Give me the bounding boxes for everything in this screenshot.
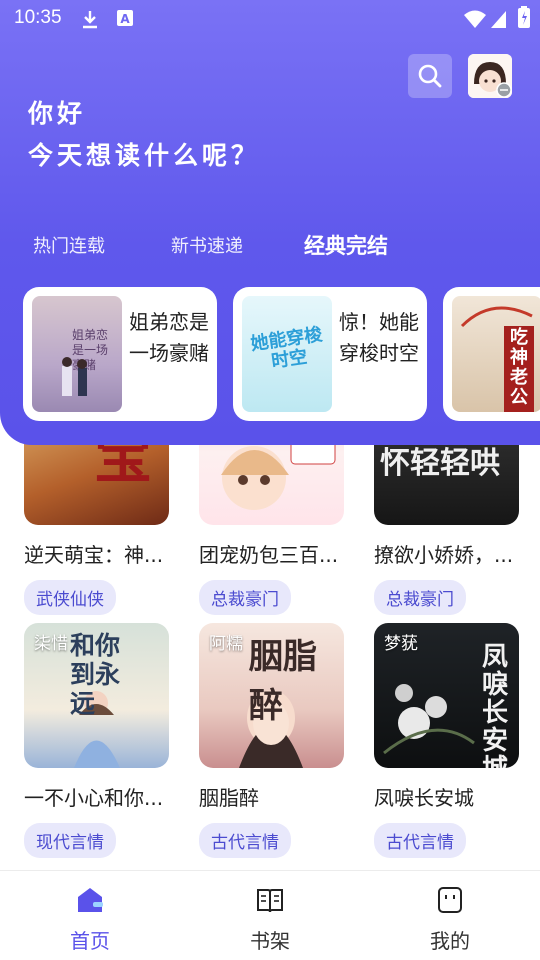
book-icon xyxy=(257,889,283,913)
book-title[interactable]: 逆天萌宝：神... xyxy=(24,539,169,568)
book-card[interactable]: 阿糯 胭脂醉 胭脂醉 古代言情 xyxy=(199,623,344,858)
featured-cover-text: 吃神老公 xyxy=(510,327,528,408)
home-icon xyxy=(78,888,103,912)
book-title[interactable]: 一不小心和你... xyxy=(24,782,169,811)
featured-card[interactable]: 她能穿梭时空 惊！她能穿梭时空 xyxy=(233,287,427,421)
cover-author: 柒惜 xyxy=(34,634,68,654)
book-grid: 宝 逆天萌宝：神... 武侠仙侠 团宠奶包三百... 总裁豪门 怀轻轻哄 撩欲小… xyxy=(0,400,540,870)
genre-tag[interactable]: 总裁豪门 xyxy=(199,580,291,615)
genre-tag[interactable]: 古代言情 xyxy=(374,823,466,858)
category-tabs: 热门连载 新书速递 经典完结 xyxy=(0,230,540,260)
featured-carousel[interactable]: 姐弟恋是一场豪赌 姐弟恋是一场豪赌 她能穿梭时空 惊！她能穿梭时空 xyxy=(23,287,540,421)
featured-cover[interactable]: 姐弟恋是一场豪赌 xyxy=(32,296,122,412)
book-row: 柒惜 和你到永远 一不小心和你... 现代言情 阿糯 胭脂醉 胭脂醉 古代言情 xyxy=(24,623,524,858)
cover-title: 胭脂醉 xyxy=(249,637,317,726)
featured-cover[interactable]: 吃神老公 xyxy=(452,296,540,412)
nav-profile[interactable]: 我的 xyxy=(400,885,500,954)
featured-title[interactable]: 姐弟恋是一场豪赌 xyxy=(129,307,209,369)
featured-card[interactable]: 姐弟恋是一场豪赌 姐弟恋是一场豪赌 xyxy=(23,287,217,421)
nav-bookshelf-label: 书架 xyxy=(250,929,290,953)
nav-profile-label: 我的 xyxy=(430,929,470,953)
avatar-illustration xyxy=(468,54,512,98)
download-icon xyxy=(83,11,97,29)
genre-tag[interactable]: 武侠仙侠 xyxy=(24,580,116,615)
tab-classic-completed[interactable]: 经典完结 xyxy=(304,230,388,260)
bottom-nav: 首页 书架 我的 xyxy=(0,870,540,960)
avatar[interactable] xyxy=(468,54,512,98)
nav-home[interactable]: 首页 xyxy=(40,885,140,954)
search-button[interactable] xyxy=(408,54,452,98)
wifi-icon xyxy=(464,10,486,28)
search-icon xyxy=(418,64,442,88)
featured-card[interactable]: 吃神老公 xyxy=(443,287,540,421)
keyboard-a-icon: A xyxy=(117,10,133,26)
book-cover[interactable]: 阿糯 胭脂醉 xyxy=(199,623,344,768)
book-title[interactable]: 团宠奶包三百... xyxy=(199,539,344,568)
genre-tag[interactable]: 古代言情 xyxy=(199,823,291,858)
book-title[interactable]: 撩欲小娇娇，... xyxy=(374,539,519,568)
book-title[interactable]: 胭脂醉 xyxy=(199,782,344,811)
status-bar: 10:35 A xyxy=(0,0,540,38)
book-card[interactable]: 柒惜 和你到永远 一不小心和你... 现代言情 xyxy=(24,623,169,858)
book-cover[interactable]: 柒惜 和你到永远 xyxy=(24,623,169,768)
profile-icon xyxy=(438,887,462,913)
tab-new-books[interactable]: 新书速递 xyxy=(171,232,243,258)
header-panel: 10:35 A 你好 今天想读什么呢？ 热门连载 新书速递 经典完结 姐弟恋是一… xyxy=(0,0,540,445)
featured-illustration xyxy=(62,357,87,396)
tab-hot-serial[interactable]: 热门连载 xyxy=(33,232,105,258)
cover-author: 梦莸 xyxy=(384,634,418,654)
nav-bookshelf[interactable]: 书架 xyxy=(220,885,320,954)
cover-author: 阿糯 xyxy=(209,634,243,654)
featured-title[interactable]: 惊！她能穿梭时空 xyxy=(339,307,419,369)
nav-home-label: 首页 xyxy=(70,929,110,953)
svg-text:A: A xyxy=(120,12,130,26)
greeting-line-2: 今天想读什么呢？ xyxy=(28,141,261,170)
book-title[interactable]: 凤唳长安城 xyxy=(374,782,519,811)
battery-icon xyxy=(518,6,530,28)
greeting-line-1: 你好 xyxy=(28,99,87,128)
genre-tag[interactable]: 现代言情 xyxy=(24,823,116,858)
cover-title: 和你到永远 xyxy=(70,631,121,718)
status-time: 10:35 xyxy=(14,7,62,28)
cover-title: 凤唳长安城 xyxy=(482,642,509,768)
featured-cover[interactable]: 她能穿梭时空 xyxy=(242,296,332,412)
cellular-signal-icon xyxy=(491,11,506,28)
featured-cover-text: 她能穿梭时空 xyxy=(249,324,324,373)
book-card[interactable]: 梦莸 凤唳长安城 凤唳长安城 古代言情 xyxy=(374,623,519,858)
book-cover[interactable]: 梦莸 凤唳长安城 xyxy=(374,623,519,768)
genre-tag[interactable]: 总裁豪门 xyxy=(374,580,466,615)
